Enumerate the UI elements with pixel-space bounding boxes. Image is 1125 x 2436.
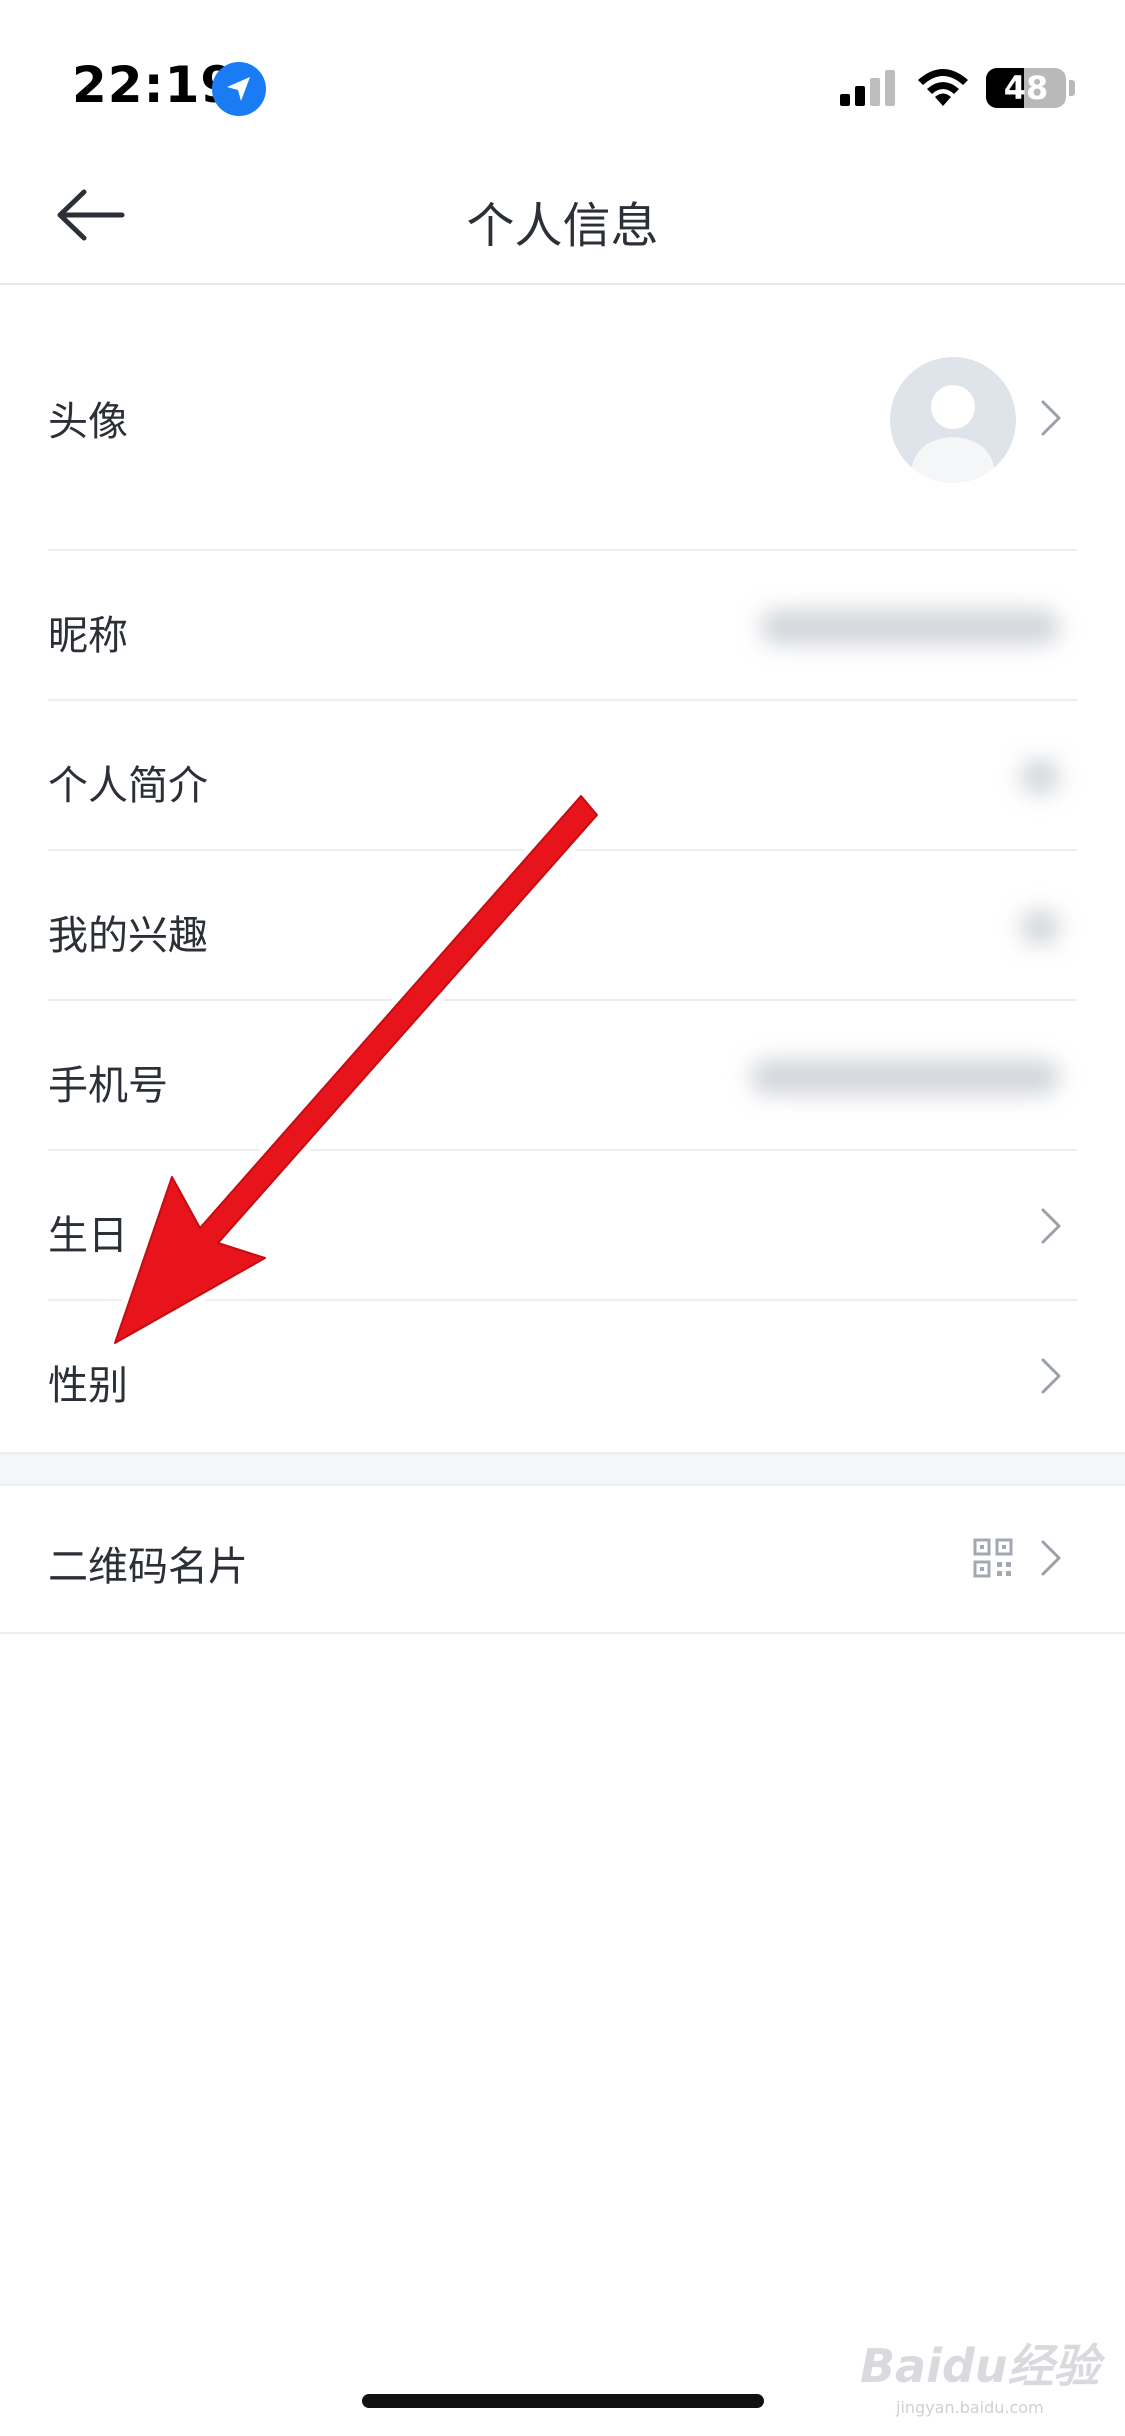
watermark-logo: Baidu经验 bbox=[860, 2339, 1100, 2393]
row-gender[interactable]: 性别 bbox=[0, 1301, 1125, 1451]
battery-icon: 48 bbox=[986, 68, 1066, 108]
watermark-url: jingyan.baidu.com bbox=[896, 2398, 1044, 2417]
row-bio[interactable]: 个人简介 bbox=[0, 701, 1125, 851]
row-qr-card[interactable]: 二维码名片 bbox=[0, 1484, 1125, 1634]
row-label: 手机号 bbox=[48, 1063, 168, 1109]
row-label: 二维码名片 bbox=[48, 1544, 248, 1590]
nav-bar: 个人信息 bbox=[0, 150, 1125, 285]
page-title: 个人信息 bbox=[466, 198, 659, 254]
row-nickname[interactable]: 昵称 bbox=[0, 551, 1125, 701]
location-arrow-icon bbox=[212, 62, 266, 116]
signal-icon bbox=[840, 70, 895, 106]
row-avatar[interactable]: 头像 bbox=[0, 285, 1125, 551]
blurred-value bbox=[760, 609, 1060, 645]
row-label: 生日 bbox=[48, 1213, 128, 1259]
blurred-value bbox=[750, 1059, 1060, 1095]
blurred-value bbox=[1020, 909, 1060, 945]
home-indicator[interactable] bbox=[362, 2394, 764, 2408]
battery-cap bbox=[1069, 80, 1075, 96]
row-birthday[interactable]: 生日 bbox=[0, 1151, 1125, 1301]
row-phone[interactable]: 手机号 bbox=[0, 1001, 1125, 1151]
row-label: 我的兴趣 bbox=[48, 913, 208, 959]
blurred-value bbox=[1020, 759, 1060, 795]
avatar bbox=[890, 357, 1016, 483]
row-label: 性别 bbox=[48, 1363, 128, 1409]
wifi-icon bbox=[918, 69, 968, 106]
battery-percent: 48 bbox=[1003, 69, 1049, 107]
qr-code-icon bbox=[973, 1538, 1013, 1578]
section-gap bbox=[0, 1452, 1125, 1486]
chevron-right-icon bbox=[1041, 1208, 1061, 1244]
status-bar: 22:19 48 bbox=[0, 0, 1125, 150]
row-label: 昵称 bbox=[48, 613, 128, 659]
row-label: 头像 bbox=[48, 399, 128, 445]
chevron-right-icon bbox=[1041, 400, 1061, 436]
chevron-right-icon bbox=[1041, 1540, 1061, 1576]
row-label: 个人简介 bbox=[48, 763, 208, 809]
chevron-right-icon bbox=[1041, 1358, 1061, 1394]
default-user-icon bbox=[910, 385, 996, 483]
row-interests[interactable]: 我的兴趣 bbox=[0, 851, 1125, 1001]
